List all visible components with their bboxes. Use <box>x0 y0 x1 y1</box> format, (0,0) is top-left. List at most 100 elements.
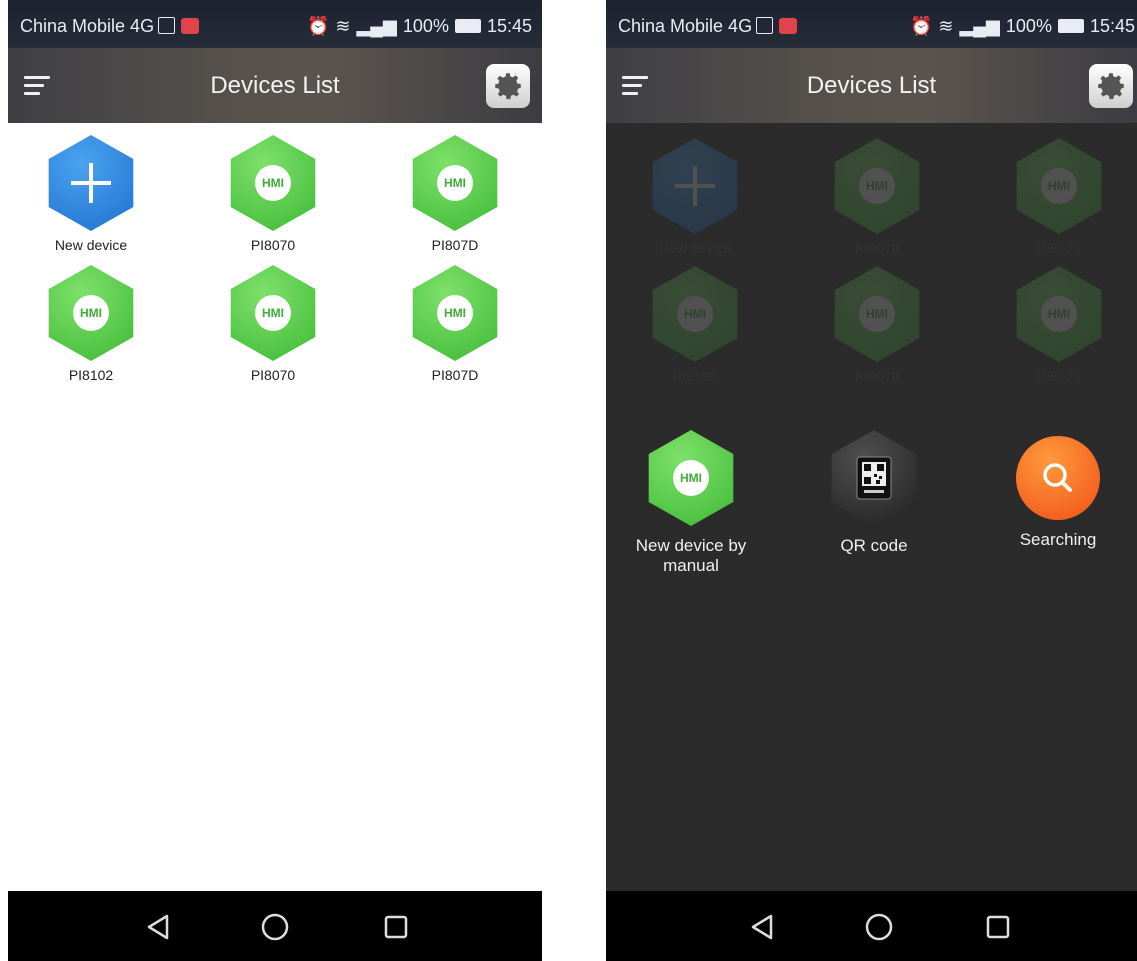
hmi-badge: HMI <box>255 165 291 201</box>
hmi-device-icon: HMI <box>230 135 316 231</box>
device-label: PI8070 <box>854 240 900 256</box>
plus-icon <box>71 163 111 203</box>
hmi-badge: HMI <box>859 296 895 332</box>
device-label: PI8070 <box>250 367 296 383</box>
hmi-badge: HMI <box>437 295 473 331</box>
navigation-bar <box>606 891 1137 961</box>
back-button[interactable] <box>746 911 778 943</box>
gear-icon <box>495 73 521 100</box>
hmi-device-icon: HMI <box>412 135 498 231</box>
device-tile: HMI PI8070 <box>994 138 1124 268</box>
device-tile[interactable]: HMI PI8102 <box>26 265 156 395</box>
signal-icon: ▂▄▆ <box>959 16 1000 36</box>
home-icon <box>261 913 289 941</box>
searching-label: Searching <box>1019 530 1097 549</box>
phone-screen-left: China Mobile 4G ⏰ ≋ ▂▄▆ 100% 15:45 Devices L… <box>8 0 542 961</box>
battery-icon <box>454 19 481 33</box>
device-tile[interactable]: HMI PI8070 <box>208 135 338 265</box>
sim-icon <box>158 17 176 34</box>
hmi-device-icon: HMI <box>834 266 920 362</box>
hmi-device-icon: HMI <box>230 265 316 361</box>
carrier-label: China Mobile 4G <box>20 16 155 36</box>
clock: 15:45 <box>486 16 532 36</box>
searching-button[interactable]: Searching <box>983 430 1133 550</box>
settings-button[interactable] <box>1089 64 1133 108</box>
qr-code-label: QR code <box>840 536 908 555</box>
hmi-device-icon: HMI <box>1016 138 1102 234</box>
app-bar: Devices List <box>606 48 1137 123</box>
qr-code-button[interactable]: QR code <box>799 430 949 556</box>
home-button[interactable] <box>863 911 895 943</box>
hmi-device-icon: HMI <box>412 265 498 361</box>
device-label: PI8070 <box>854 368 900 384</box>
clock: 15:45 <box>1089 16 1135 36</box>
hmi-device-icon: HMI <box>1016 266 1102 362</box>
battery-percent: 100% <box>402 16 449 36</box>
carrier-label: China Mobile 4G <box>618 16 753 36</box>
page-title: Devices List <box>806 72 937 99</box>
back-button[interactable] <box>142 911 174 943</box>
new-device-tile[interactable]: New device <box>26 135 156 265</box>
hmi-badge: HMI <box>673 460 709 496</box>
search-icon <box>1016 436 1100 520</box>
device-label: PI8070 <box>1036 240 1082 256</box>
status-right: ⏰ ≋ ▂▄▆ 100% 15:45 <box>301 16 532 37</box>
app-bar: Devices List <box>8 48 542 123</box>
hmi-badge: HMI <box>859 168 895 204</box>
navigation-bar <box>8 891 542 961</box>
recents-button[interactable] <box>982 911 1014 943</box>
back-icon <box>751 914 773 940</box>
alarm-icon: ⏰ <box>306 16 330 36</box>
device-label: PI8102 <box>672 368 718 384</box>
status-right: ⏰ ≋ ▂▄▆ 100% 15:45 <box>904 16 1135 37</box>
device-tile[interactable]: HMI PI8070 <box>208 265 338 395</box>
settings-button[interactable] <box>486 64 530 108</box>
hmi-badge: HMI <box>73 295 109 331</box>
device-label: New device <box>658 240 732 256</box>
device-tile[interactable]: HMI PI807D <box>390 135 520 265</box>
device-tile: HMI PI8070 <box>994 266 1124 396</box>
new-device-icon <box>652 138 738 234</box>
hmi-badge: HMI <box>1041 168 1077 204</box>
new-device-tile: New device <box>630 138 760 268</box>
page-title: Devices List <box>210 72 340 99</box>
hmi-device-icon: HMI <box>834 138 920 234</box>
wifi-icon: ≋ <box>938 16 954 36</box>
hmi-badge: HMI <box>255 295 291 331</box>
device-tile[interactable]: HMI PI807D <box>390 265 520 395</box>
plus-icon <box>675 166 715 206</box>
device-tile: HMI PI8070 <box>812 266 942 396</box>
sim-icon <box>756 17 774 34</box>
gear-icon <box>1098 73 1124 100</box>
home-icon <box>865 913 893 941</box>
notification-icon <box>779 18 798 34</box>
hmi-badge: HMI <box>677 296 713 332</box>
hmi-device-icon: HMI <box>48 265 134 361</box>
carrier: China Mobile 4G <box>618 16 798 37</box>
manual-add-button[interactable]: HMI New device by manual <box>616 430 766 576</box>
recents-icon <box>384 915 408 939</box>
signal-icon: ▂▄▆ <box>356 16 397 36</box>
wifi-icon: ≋ <box>335 16 351 36</box>
hmi-badge: HMI <box>437 165 473 201</box>
new-device-icon <box>48 135 134 231</box>
device-label: PI8070 <box>1036 368 1082 384</box>
device-tile: HMI PI8102 <box>630 266 760 396</box>
notification-icon <box>181 18 200 34</box>
hmi-device-icon: HMI <box>648 430 734 526</box>
phone-screen-right: China Mobile 4G ⏰ ≋ ▂▄▆ 100% 15:45 Devices L… <box>606 0 1137 961</box>
manual-add-label: New device by manual <box>635 536 747 575</box>
recents-button[interactable] <box>380 911 412 943</box>
device-tile: HMI PI8070 <box>812 138 942 268</box>
device-label: New device <box>54 237 128 253</box>
back-icon <box>147 914 169 940</box>
qr-code-icon <box>831 430 917 526</box>
hmi-device-icon: HMI <box>652 266 738 362</box>
status-bar: China Mobile 4G ⏰ ≋ ▂▄▆ 100% 15:45 <box>8 0 542 48</box>
alarm-icon: ⏰ <box>909 16 933 36</box>
device-label: PI8102 <box>68 367 114 383</box>
battery-icon <box>1057 19 1084 33</box>
home-button[interactable] <box>259 911 291 943</box>
device-label: PI8070 <box>250 237 296 253</box>
hmi-badge: HMI <box>1041 296 1077 332</box>
